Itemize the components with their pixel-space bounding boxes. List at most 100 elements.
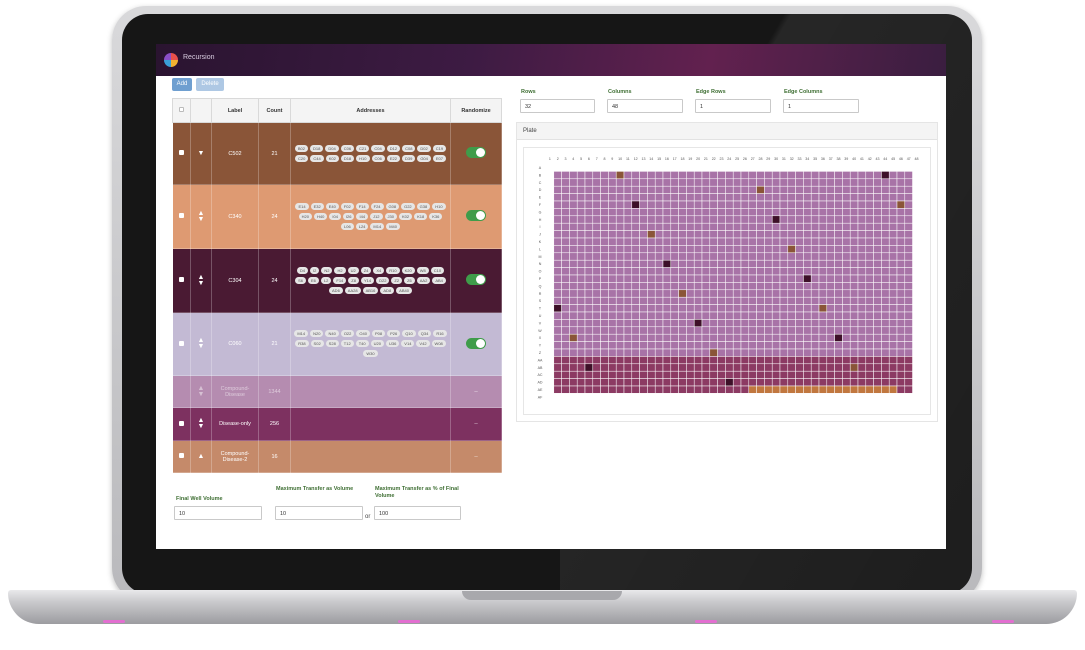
address-chip[interactable]: W08: [431, 340, 446, 347]
plate-well[interactable]: [842, 319, 851, 328]
plate-well[interactable]: [569, 311, 578, 320]
plate-well[interactable]: [818, 378, 828, 387]
plate-well[interactable]: [748, 245, 757, 254]
plate-well[interactable]: [818, 267, 828, 276]
plate-well[interactable]: [576, 289, 586, 298]
plate-well[interactable]: [654, 333, 664, 342]
plate-well[interactable]: [826, 259, 835, 268]
plate-well[interactable]: [662, 237, 672, 246]
plate-well[interactable]: [584, 326, 594, 335]
plate-well[interactable]: [670, 230, 679, 239]
plate-well[interactable]: [732, 267, 742, 276]
plate-well[interactable]: [740, 296, 750, 305]
plate-well[interactable]: [678, 319, 687, 328]
plate-well[interactable]: [904, 326, 913, 335]
plate-well[interactable]: [678, 289, 687, 298]
edge-rows-input[interactable]: 1: [695, 99, 771, 113]
plate-well[interactable]: [686, 341, 695, 350]
plate-well[interactable]: [795, 341, 804, 350]
plate-well[interactable]: [678, 245, 687, 254]
plate-well[interactable]: [576, 208, 586, 217]
plate-well[interactable]: [896, 252, 906, 261]
address-chip[interactable]: Z8: [348, 276, 359, 284]
plate-well[interactable]: [608, 193, 617, 202]
plate-well[interactable]: [764, 193, 773, 202]
plate-well[interactable]: [701, 296, 711, 305]
plate-well[interactable]: [569, 163, 578, 172]
plate-well[interactable]: [725, 348, 734, 357]
plate-well[interactable]: [779, 319, 789, 328]
plate-well[interactable]: [725, 230, 734, 239]
plate-well[interactable]: [764, 230, 773, 239]
plate-well[interactable]: [608, 296, 617, 305]
plate-well[interactable]: [842, 326, 851, 335]
plate-well[interactable]: [608, 163, 617, 172]
plate-well[interactable]: [631, 393, 640, 402]
plate-well[interactable]: [576, 185, 586, 194]
plate-well[interactable]: [725, 215, 734, 224]
plate-well[interactable]: [584, 200, 594, 209]
plate-well[interactable]: [662, 208, 672, 217]
plate-well[interactable]: [849, 208, 859, 217]
plate-well[interactable]: [842, 215, 851, 224]
plate-well[interactable]: [881, 163, 890, 172]
plate-well[interactable]: [865, 185, 874, 194]
plate-well[interactable]: [608, 259, 617, 268]
plate-well[interactable]: [787, 393, 796, 402]
row-select-cell[interactable]: [172, 248, 191, 313]
plate-well[interactable]: [912, 289, 921, 298]
row-select-cell[interactable]: [172, 122, 191, 185]
plate-well[interactable]: [771, 370, 781, 379]
plate-well[interactable]: [787, 370, 796, 379]
plate-well[interactable]: [873, 296, 882, 305]
plate-well[interactable]: [670, 215, 679, 224]
plate-well[interactable]: [857, 319, 867, 328]
plate-well[interactable]: [569, 230, 578, 239]
plate-well[interactable]: [686, 356, 695, 365]
plate-well[interactable]: [623, 274, 633, 283]
plate-well[interactable]: [553, 193, 562, 202]
plate-well[interactable]: [701, 178, 711, 187]
plate-well[interactable]: [717, 311, 726, 320]
plate-well[interactable]: [623, 163, 633, 172]
plate-well[interactable]: [670, 222, 679, 231]
plate-well[interactable]: [670, 282, 679, 291]
plate-well[interactable]: [803, 215, 812, 224]
plate-well[interactable]: [888, 385, 898, 394]
plate-well[interactable]: [631, 370, 640, 379]
plate-well[interactable]: [623, 319, 633, 328]
plate-well[interactable]: [647, 222, 656, 231]
plate-well[interactable]: [764, 393, 773, 402]
plate-well[interactable]: [647, 237, 656, 246]
plate-well[interactable]: [553, 348, 562, 357]
plate-well[interactable]: [654, 163, 664, 172]
reorder-arrows-icon[interactable]: ▲ ▼: [191, 385, 211, 398]
plate-well[interactable]: [701, 185, 711, 194]
plate-well[interactable]: [818, 393, 828, 402]
plate-well[interactable]: [779, 341, 789, 350]
plate-well[interactable]: [771, 319, 781, 328]
plate-well[interactable]: [569, 289, 578, 298]
plate-well[interactable]: [693, 356, 703, 365]
plate-well[interactable]: [670, 311, 679, 320]
plate-well[interactable]: [553, 326, 562, 335]
plate-well[interactable]: [842, 378, 851, 387]
plate-well[interactable]: [662, 356, 672, 365]
plate-well[interactable]: [787, 208, 796, 217]
plate-well[interactable]: [904, 289, 913, 298]
plate-well[interactable]: [545, 378, 555, 387]
plate-well[interactable]: [865, 267, 874, 276]
plate-well[interactable]: [654, 385, 664, 394]
plate-well[interactable]: [639, 237, 648, 246]
plate-well[interactable]: [701, 311, 711, 320]
plate-well[interactable]: [826, 356, 835, 365]
address-chip[interactable]: S02: [310, 340, 324, 347]
plate-well[interactable]: [623, 326, 633, 335]
plate-well[interactable]: [592, 348, 601, 357]
address-chip[interactable]: L24: [355, 222, 369, 230]
plate-well[interactable]: [756, 333, 765, 342]
plate-well[interactable]: [857, 230, 867, 239]
plate-well[interactable]: [631, 289, 640, 298]
plate-well[interactable]: [701, 348, 711, 357]
plate-well[interactable]: [717, 326, 726, 335]
